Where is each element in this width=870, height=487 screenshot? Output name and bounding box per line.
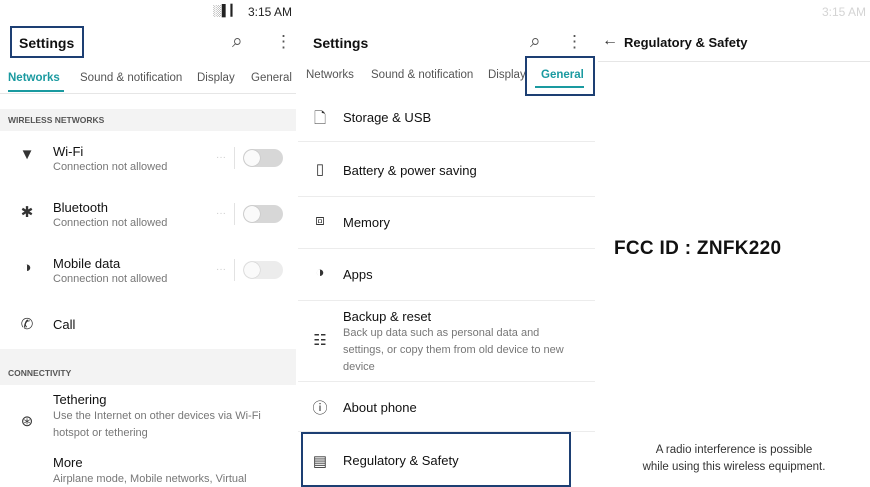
app-bar: Settings ⌕ ⋮ bbox=[0, 22, 296, 64]
page-title: Settings bbox=[313, 35, 369, 51]
about-icon: ⓘ bbox=[312, 400, 328, 417]
regulatory-icon: ▤ bbox=[312, 453, 328, 470]
battery-icon: ▯ bbox=[315, 161, 325, 178]
storage-icon: 🗋 bbox=[313, 110, 327, 127]
page-title: Regulatory & Safety bbox=[624, 35, 748, 50]
highlight-box bbox=[525, 56, 595, 96]
search-icon[interactable]: ⌕ bbox=[232, 31, 243, 53]
app-bar: ← Regulatory & Safety bbox=[598, 22, 870, 62]
tab-indicator bbox=[8, 90, 64, 92]
section-header-wireless: WIRELESS NETWORKS bbox=[0, 109, 296, 131]
search-icon[interactable]: ⌕ bbox=[530, 31, 541, 53]
divider bbox=[234, 147, 235, 169]
tab-display[interactable]: Display bbox=[488, 69, 526, 81]
call-icon: ✆ bbox=[20, 316, 34, 333]
note-line-2: while using this wireless equipment. bbox=[642, 461, 826, 473]
divider bbox=[234, 259, 235, 281]
list-item-regulatory-safety[interactable]: ▤ Regulatory & Safety bbox=[298, 432, 595, 487]
note-line-1: A radio interference is possible bbox=[655, 444, 813, 456]
tab-sound-notification[interactable]: Sound & notification bbox=[371, 69, 473, 81]
list-item-about-phone[interactable]: ⓘ About phone bbox=[298, 382, 595, 432]
divider-dots: ··· bbox=[216, 152, 226, 163]
tab-networks[interactable]: Networks bbox=[8, 72, 60, 84]
list-item-storage-usb[interactable]: 🗋 Storage & USB bbox=[298, 96, 595, 142]
tab-indicator bbox=[535, 86, 584, 88]
item-subtitle: Airplane mode, Mobile networks, Virtual bbox=[53, 473, 247, 485]
item-title: Apps bbox=[343, 267, 373, 282]
more-options-icon[interactable]: ⋮ bbox=[566, 32, 583, 52]
item-subtitle-line3: device bbox=[343, 361, 375, 373]
list-item-tethering[interactable]: ⊛ Tethering Use the Internet on other de… bbox=[0, 390, 296, 442]
status-bar: ░▌▎ 3:15 AM bbox=[0, 0, 296, 22]
item-title: Storage & USB bbox=[343, 110, 432, 125]
item-subtitle: Connection not allowed bbox=[53, 217, 168, 229]
list-item-mobile-data[interactable]: ◑ Mobile data Connection not allowed ··· bbox=[0, 250, 296, 298]
backup-icon: ☷ bbox=[313, 332, 327, 349]
tab-display[interactable]: Display bbox=[197, 72, 235, 84]
wifi-icon: ▼ bbox=[19, 146, 35, 163]
fcc-id: FCC ID : ZNFK220 bbox=[614, 238, 782, 259]
item-title: Backup & reset bbox=[343, 309, 432, 324]
item-title: Call bbox=[53, 317, 76, 332]
interference-note: A radio interference is possible while u… bbox=[598, 442, 870, 476]
tab-networks[interactable]: Networks bbox=[306, 69, 354, 81]
list-item-wifi[interactable]: ▼ Wi-Fi Connection not allowed ··· bbox=[0, 138, 296, 186]
tab-general[interactable]: General bbox=[251, 72, 292, 84]
status-time: 3:15 AM bbox=[821, 5, 866, 19]
tab-sound-notification[interactable]: Sound & notification bbox=[80, 72, 182, 84]
status-bar: 3:15 AM bbox=[598, 0, 870, 22]
list-item-bluetooth[interactable]: ✱ Bluetooth Connection not allowed ··· bbox=[0, 194, 296, 242]
back-arrow-icon[interactable]: ← bbox=[602, 32, 618, 50]
list-item-battery[interactable]: ▯ Battery & power saving bbox=[298, 145, 595, 197]
bluetooth-icon: ✱ bbox=[20, 204, 34, 221]
settings-networks-screen: ░▌▎ 3:15 AM Settings ⌕ ⋮ Networks Sound … bbox=[0, 0, 296, 487]
mobile-data-toggle[interactable] bbox=[243, 261, 283, 279]
list-item-memory[interactable]: ⧈ Memory bbox=[298, 197, 595, 249]
apps-icon: ◑ bbox=[315, 264, 325, 281]
item-subtitle: Connection not allowed bbox=[53, 161, 168, 173]
more-options-icon[interactable]: ⋮ bbox=[275, 32, 292, 52]
status-bar bbox=[298, 0, 595, 22]
item-title: Memory bbox=[343, 215, 390, 230]
list-item-call[interactable]: ✆ Call bbox=[0, 305, 296, 345]
item-title: Tethering bbox=[53, 392, 107, 407]
item-title: About phone bbox=[343, 400, 417, 415]
wifi-toggle[interactable] bbox=[243, 149, 283, 167]
item-subtitle-line2: settings, or copy them from old device t… bbox=[343, 344, 564, 356]
tethering-icon: ⊛ bbox=[20, 413, 34, 430]
item-title: Battery & power saving bbox=[343, 163, 477, 178]
list-item-more[interactable]: More Airplane mode, Mobile networks, Vir… bbox=[0, 452, 296, 487]
section-header-connectivity: CONNECTIVITY bbox=[0, 349, 296, 385]
divider-dots: ··· bbox=[216, 264, 226, 275]
divider-dots: ··· bbox=[216, 208, 226, 219]
item-title: More bbox=[53, 455, 83, 470]
item-subtitle-line1: Use the Internet on other devices via Wi… bbox=[53, 410, 261, 422]
divider bbox=[234, 203, 235, 225]
list-item-backup-reset[interactable]: ☷ Backup & reset Back up data such as pe… bbox=[298, 301, 595, 382]
regulatory-safety-screen: 3:15 AM ← Regulatory & Safety FCC ID : Z… bbox=[598, 0, 870, 487]
item-subtitle: Connection not allowed bbox=[53, 273, 168, 285]
item-title: Regulatory & Safety bbox=[343, 453, 459, 468]
status-time: 3:15 AM bbox=[247, 5, 292, 19]
page-title: Settings bbox=[19, 35, 75, 51]
list-item-apps[interactable]: ◑ Apps bbox=[298, 249, 595, 301]
item-title: Mobile data bbox=[53, 256, 121, 271]
item-title: Bluetooth bbox=[53, 200, 108, 215]
signal-battery-icons: ░▌▎ bbox=[212, 5, 240, 17]
item-subtitle-line1: Back up data such as personal data and bbox=[343, 327, 540, 339]
bluetooth-toggle[interactable] bbox=[243, 205, 283, 223]
mobile-data-icon: ◑ bbox=[22, 259, 32, 276]
item-title: Wi-Fi bbox=[53, 144, 84, 159]
memory-icon: ⧈ bbox=[315, 212, 325, 229]
tab-bar: Networks Sound & notification Display Ge… bbox=[0, 64, 296, 94]
item-subtitle-line2: hotspot or tethering bbox=[53, 427, 148, 439]
settings-general-screen: Settings ⌕ ⋮ Networks Sound & notificati… bbox=[298, 0, 595, 487]
